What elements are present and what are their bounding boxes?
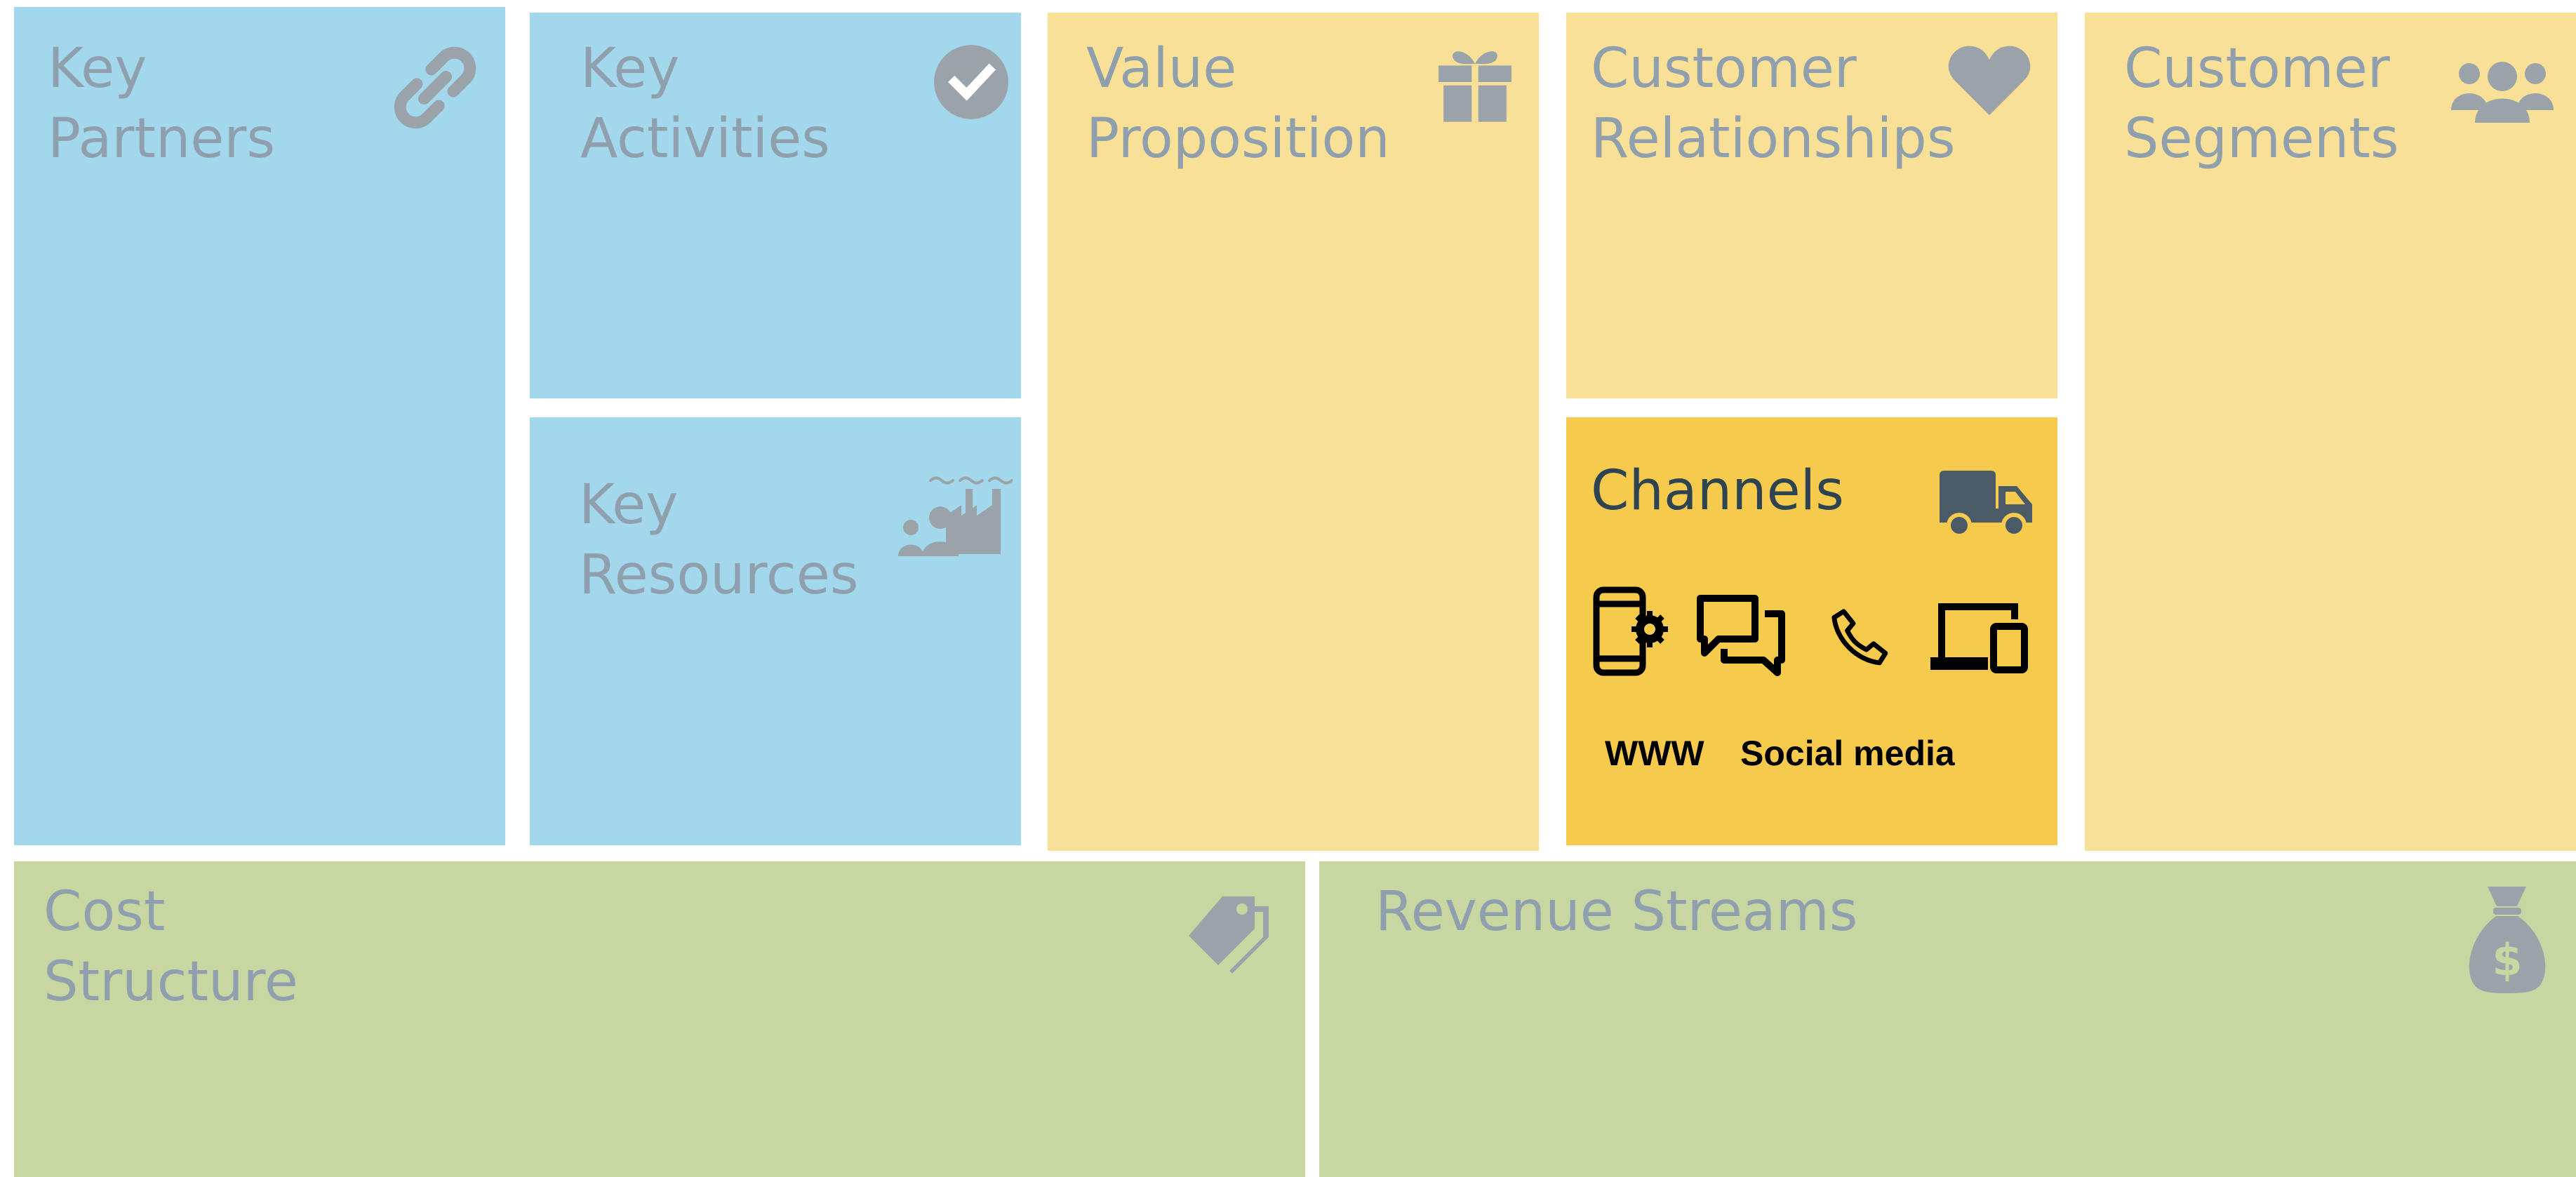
cost-structure-title: Cost Structure bbox=[44, 880, 298, 1014]
chat-bubbles-icon bbox=[1697, 595, 1785, 676]
price-tag-icon bbox=[1189, 896, 1269, 974]
check-circle-icon bbox=[934, 45, 1008, 119]
people-group-icon bbox=[2451, 62, 2554, 123]
customer-relationships-block: Customer Relationships bbox=[1566, 13, 2057, 398]
cost-structure-block: Cost Structure bbox=[14, 861, 1305, 1177]
key-partners-title: Key Partners bbox=[48, 37, 276, 170]
channels-block: Channels WWW Social media bbox=[1566, 417, 2057, 845]
customer-segments-block: Customer Segments bbox=[2085, 13, 2576, 851]
revenue-streams-title: Revenue Streams bbox=[1375, 880, 1858, 943]
svg-text:$: $ bbox=[2492, 934, 2522, 986]
factory-people-icon bbox=[898, 476, 1013, 556]
channel-label-social-media: Social media bbox=[1740, 734, 1955, 773]
value-proposition-title: Value Proposition bbox=[1086, 37, 1390, 170]
mobile-settings-icon bbox=[1593, 586, 1668, 676]
customer-relationships-title: Customer Relationships bbox=[1591, 37, 1956, 170]
heart-icon bbox=[1948, 46, 2031, 116]
phone-icon bbox=[1831, 609, 1888, 666]
money-bag-icon: $ bbox=[2469, 887, 2546, 993]
devices-icon bbox=[1930, 603, 2028, 673]
channel-label-www: WWW bbox=[1605, 734, 1704, 773]
key-resources-title: Key Resources bbox=[579, 473, 859, 607]
key-resources-block: Key Resources bbox=[530, 417, 1021, 845]
channels-title: Channels bbox=[1591, 459, 1844, 523]
key-activities-block: Key Activities bbox=[530, 13, 1021, 398]
key-activities-title: Key Activities bbox=[580, 37, 830, 170]
truck-icon bbox=[1940, 471, 2032, 538]
link-icon bbox=[394, 46, 476, 129]
gift-icon bbox=[1439, 51, 1511, 122]
customer-segments-title: Customer Segments bbox=[2124, 37, 2399, 170]
revenue-streams-block: Revenue Streams $ bbox=[1319, 861, 2576, 1177]
key-partners-block: Key Partners bbox=[14, 7, 505, 845]
value-proposition-block: Value Proposition bbox=[1048, 13, 1539, 851]
